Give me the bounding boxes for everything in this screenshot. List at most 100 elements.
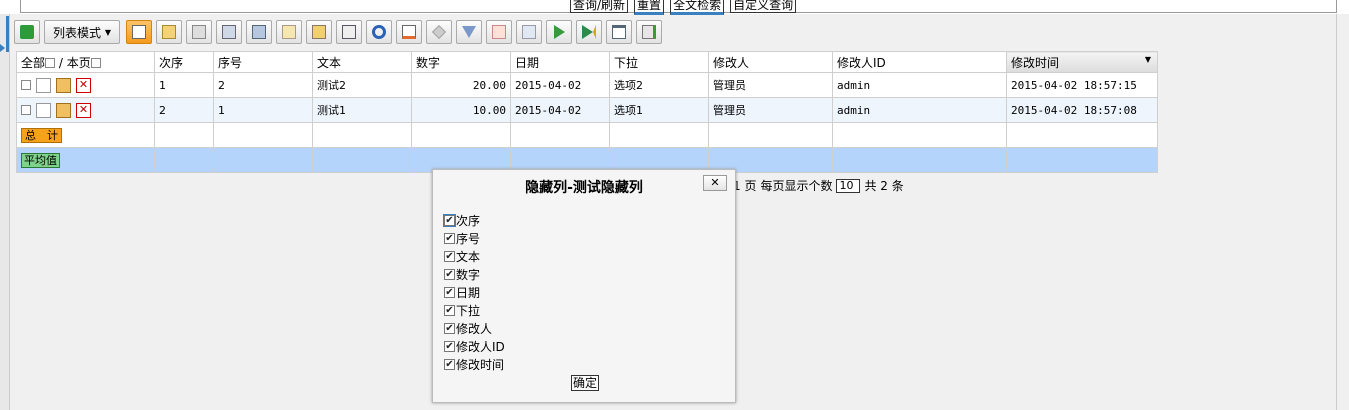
filter-button[interactable] bbox=[456, 20, 482, 44]
cell-order: 2 bbox=[154, 97, 214, 123]
detail-icon[interactable] bbox=[36, 102, 51, 118]
right-divider bbox=[1336, 14, 1337, 410]
export-button[interactable] bbox=[636, 20, 662, 44]
delete-icon[interactable]: ✕ bbox=[76, 77, 91, 93]
cell-modified-time: 2015-04-02 18:57:08 bbox=[1006, 97, 1158, 123]
option-label: 修改人ID bbox=[456, 339, 505, 354]
note-button[interactable] bbox=[306, 20, 332, 44]
sheet-icon bbox=[492, 25, 506, 39]
checkbox-seq[interactable]: ✔ bbox=[444, 232, 455, 244]
cell-seq: 1 bbox=[213, 97, 313, 123]
confirm-button[interactable]: 确定 bbox=[571, 375, 600, 391]
edit-icon[interactable] bbox=[56, 77, 71, 93]
select-all-label: 全部 bbox=[21, 55, 46, 70]
sheet-button[interactable] bbox=[486, 20, 512, 44]
col-header-modified-time-label: 修改时间 bbox=[1011, 55, 1060, 70]
cell-date: 2015-04-02 bbox=[510, 72, 610, 98]
duplicate-button[interactable] bbox=[246, 20, 272, 44]
list-mode-dropdown[interactable]: 列表模式 ▼ bbox=[44, 20, 120, 44]
col-header-order[interactable]: 次序 bbox=[154, 51, 214, 73]
filter-icon bbox=[462, 26, 476, 38]
checkbox-date[interactable]: ✔ bbox=[444, 286, 455, 298]
option-label: 日期 bbox=[456, 285, 481, 300]
checkbox-modifier-id[interactable]: ✔ bbox=[444, 340, 455, 352]
checkbox-number[interactable]: ✔ bbox=[444, 268, 455, 280]
option-label: 修改时间 bbox=[456, 357, 505, 372]
column-option-modifier-id[interactable]: ✔ 修改人ID bbox=[444, 337, 505, 355]
cell-number: 20.00 bbox=[411, 72, 511, 98]
edit-note-icon bbox=[282, 25, 296, 39]
copy-button[interactable] bbox=[186, 20, 212, 44]
row-checkbox[interactable] bbox=[21, 105, 31, 115]
tools-button[interactable] bbox=[426, 20, 452, 44]
select-all-checkbox[interactable] bbox=[45, 58, 56, 68]
sort-caret-icon[interactable]: ▼ bbox=[1145, 55, 1151, 64]
checkbox-dropdown[interactable]: ✔ bbox=[444, 304, 455, 316]
page-size-input[interactable]: 10 bbox=[836, 178, 861, 193]
row-checkbox[interactable] bbox=[21, 80, 31, 90]
expand-arrow-icon[interactable] bbox=[0, 44, 5, 52]
col-header-modified-time[interactable]: 修改时间 ▼ bbox=[1006, 51, 1158, 73]
col-header-modifier-id[interactable]: 修改人ID bbox=[832, 51, 1007, 73]
cell-text: 测试2 bbox=[312, 72, 412, 98]
reload-button[interactable] bbox=[366, 20, 392, 44]
average-label: 平均值 bbox=[21, 153, 60, 168]
column-option-modifier[interactable]: ✔ 修改人 bbox=[444, 319, 505, 337]
window-button[interactable] bbox=[606, 20, 632, 44]
toolbar: 列表模式 ▼ bbox=[14, 18, 1334, 46]
print-icon bbox=[222, 25, 236, 39]
column-option-dropdown[interactable]: ✔ 下拉 bbox=[444, 301, 505, 319]
delete-icon[interactable]: ✕ bbox=[76, 102, 91, 118]
doc-button[interactable] bbox=[156, 20, 182, 44]
column-option-date[interactable]: ✔ 日期 bbox=[444, 283, 505, 301]
reset-link[interactable]: 重置 bbox=[634, 0, 665, 15]
checkbox-text[interactable]: ✔ bbox=[444, 250, 455, 262]
list-view-button[interactable] bbox=[126, 20, 152, 44]
calendar-button[interactable] bbox=[396, 20, 422, 44]
refresh-button[interactable] bbox=[14, 20, 40, 44]
chevron-down-icon: ▼ bbox=[104, 27, 111, 37]
col-header-dropdown[interactable]: 下拉 bbox=[609, 51, 709, 73]
total-count: 共 2 条 bbox=[864, 179, 904, 193]
column-option-text[interactable]: ✔ 文本 bbox=[444, 247, 505, 265]
column-option-order[interactable]: ✔ 次序 bbox=[443, 211, 505, 229]
checkbox-modified-time[interactable]: ✔ bbox=[444, 358, 455, 370]
query-refresh-link[interactable]: 查询/刷新 bbox=[570, 0, 629, 13]
custom-query-link[interactable]: 自定义查询 bbox=[730, 0, 797, 13]
edit-icon[interactable] bbox=[56, 102, 71, 118]
col-header-number[interactable]: 数字 bbox=[411, 51, 511, 73]
table-row[interactable]: ✕ 1 2 测试2 20.00 2015-04-02 选项2 管理员 admin… bbox=[16, 72, 1158, 98]
column-option-modified-time[interactable]: ✔ 修改时间 bbox=[444, 355, 505, 373]
picture-icon bbox=[522, 25, 536, 39]
col-header-seq[interactable]: 序号 bbox=[213, 51, 313, 73]
calendar-icon bbox=[402, 25, 416, 39]
close-icon[interactable]: ✕ bbox=[703, 175, 727, 191]
option-label: 下拉 bbox=[456, 303, 481, 318]
detail-icon[interactable] bbox=[36, 77, 51, 93]
checkbox-order[interactable]: ✔ bbox=[443, 213, 456, 227]
print-button[interactable] bbox=[216, 20, 242, 44]
fulltext-search-link[interactable]: 全文检索 bbox=[670, 0, 725, 15]
window-icon bbox=[612, 25, 626, 39]
data-grid: 全部 / 本页 次序 序号 文本 数字 日期 下拉 修改人 修改人ID 修改时间… bbox=[16, 51, 1158, 173]
column-option-number[interactable]: ✔ 数字 bbox=[444, 265, 505, 283]
col-header-text[interactable]: 文本 bbox=[312, 51, 412, 73]
checkbox-modifier[interactable]: ✔ bbox=[444, 322, 455, 334]
edit-note-button[interactable] bbox=[276, 20, 302, 44]
col-header-date[interactable]: 日期 bbox=[510, 51, 610, 73]
table-row[interactable]: ✕ 2 1 测试1 10.00 2015-04-02 选项1 管理员 admin… bbox=[16, 97, 1158, 123]
col-header-modifier[interactable]: 修改人 bbox=[708, 51, 833, 73]
left-collapse-strip[interactable] bbox=[0, 14, 10, 410]
picture-button[interactable] bbox=[516, 20, 542, 44]
left-accent-bar bbox=[6, 16, 9, 52]
select-page-checkbox[interactable] bbox=[90, 58, 101, 68]
column-option-seq[interactable]: ✔ 序号 bbox=[444, 229, 505, 247]
calc-icon bbox=[342, 25, 356, 39]
dialog-title: 隐藏列-测试隐藏列 bbox=[525, 180, 643, 196]
next-button[interactable] bbox=[576, 20, 602, 44]
play-button[interactable] bbox=[546, 20, 572, 44]
cell-modifier-id: admin bbox=[832, 72, 1007, 98]
calc-button[interactable] bbox=[336, 20, 362, 44]
hide-columns-dialog: 隐藏列-测试隐藏列 ✕ ✔ 次序 ✔ 序号 ✔ 文本 ✔ 数字 ✔ 日期 ✔ 下拉 ✔ 修改人… bbox=[432, 169, 736, 403]
cell-modifier-id: admin bbox=[832, 97, 1007, 123]
